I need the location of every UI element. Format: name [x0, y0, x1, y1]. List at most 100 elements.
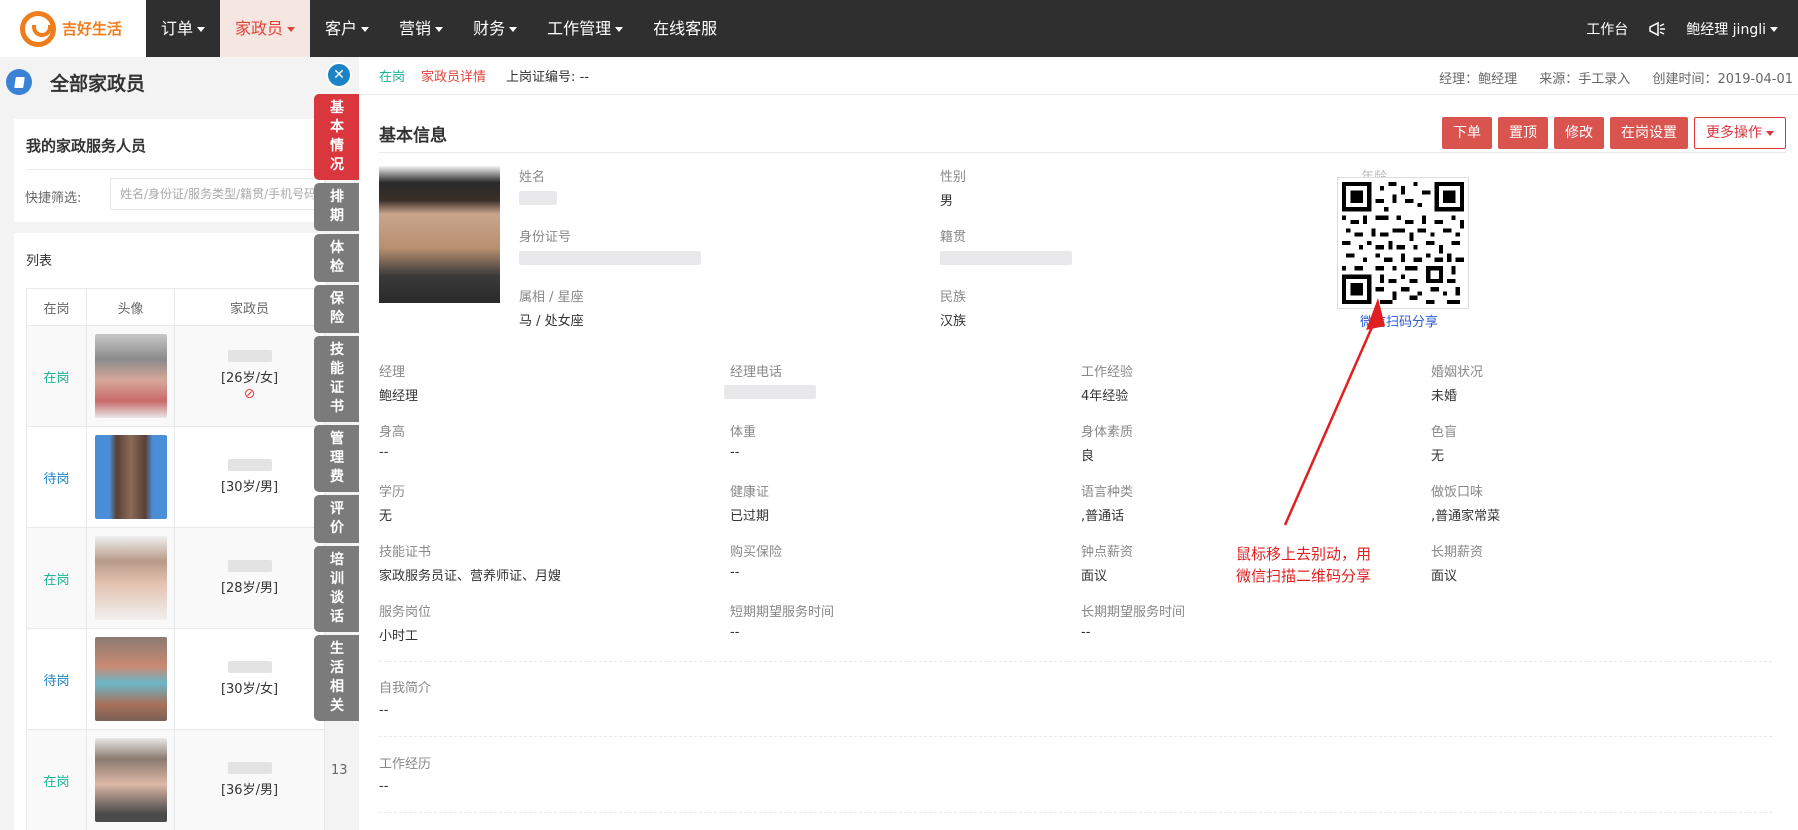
table-row[interactable]: 待岗 [30岁/女] — [26, 628, 325, 730]
nav-online-support[interactable]: 在线客服 — [638, 0, 732, 57]
megaphone-icon[interactable] — [1648, 21, 1666, 37]
field-value: -- — [730, 625, 740, 640]
tab-label: 基本情况 — [330, 100, 344, 173]
table-row[interactable]: 在岗 [28岁/男] — [26, 527, 325, 629]
chevron-down-icon — [287, 27, 296, 32]
user-name: 鲍经理 jingli — [1686, 21, 1766, 38]
divider — [379, 812, 1772, 813]
age-gender: [30岁/女] — [220, 682, 279, 697]
place-order-button[interactable]: 下单 — [1442, 117, 1492, 149]
tab-management-fee[interactable]: 管理费 — [314, 425, 359, 492]
nav-work-management-label: 工作管理 — [547, 19, 612, 38]
chevron-down-icon — [361, 27, 370, 32]
nav-customers-label: 客户 — [325, 19, 358, 38]
divider — [379, 152, 1786, 153]
tab-label: 生活相关 — [330, 641, 344, 714]
pin-top-button[interactable]: 置顶 — [1498, 117, 1548, 149]
section-title: 基本信息 — [379, 126, 447, 146]
field-value: 无 — [1431, 449, 1445, 464]
col-housekeeper[interactable]: 家政员 — [174, 288, 325, 326]
zodiac-value: 马 / 处女座 — [519, 314, 584, 329]
brand-logo[interactable]: 吉好生活 — [0, 0, 146, 57]
avatar[interactable] — [94, 435, 167, 519]
field-label: 色盲 — [1431, 425, 1458, 440]
nav-orders-label: 订单 — [161, 19, 194, 38]
tab-schedule[interactable]: 排期 — [314, 183, 359, 231]
book-icon — [6, 69, 32, 95]
field-label: 做饭口味 — [1431, 485, 1484, 500]
card-title: 我的家政服务人员 — [26, 137, 147, 155]
col-status[interactable]: 在岗 — [26, 288, 87, 326]
chevron-down-icon — [197, 27, 206, 32]
detail-topbar: 在岗 家政员详情 上岗证编号: -- 经理：鲍经理 来源：手工录入 创建时间：2… — [359, 57, 1798, 95]
id-label: 身份证号 — [519, 230, 572, 245]
tab-label: 培训谈话 — [330, 552, 344, 625]
close-icon[interactable]: ✕ — [326, 62, 352, 88]
chevron-down-icon — [509, 27, 518, 32]
nav-customers[interactable]: 客户 — [310, 0, 384, 57]
table-row[interactable]: 待岗 [30岁/男] — [26, 426, 325, 528]
detail-link[interactable]: 家政员详情 — [421, 66, 486, 85]
tab-training[interactable]: 培训谈话 — [314, 546, 359, 632]
duty-settings-button[interactable]: 在岗设置 — [1610, 117, 1688, 149]
page-title: 全部家政员 — [50, 72, 146, 95]
top-navbar: 吉好生活 订单 家政员 客户 营销 财务 工作管理 在线客服 工作台 鲍经理 j… — [0, 0, 1798, 57]
history-value: -- — [379, 779, 389, 794]
nav-housekeepers[interactable]: 家政员 — [220, 0, 311, 57]
tab-medical[interactable]: 体检 — [314, 234, 359, 282]
avatar[interactable] — [94, 637, 167, 721]
nav-finance-label: 财务 — [473, 19, 506, 38]
chevron-down-icon — [615, 27, 624, 32]
avatar-cell — [86, 527, 175, 629]
field-value: ,普通话 — [1081, 509, 1125, 524]
field-label: 长期期望服务时间 — [1081, 605, 1186, 620]
cert-number: 上岗证编号: -- — [506, 66, 589, 85]
more-actions-button[interactable]: 更多操作 — [1694, 117, 1786, 149]
field-label: 健康证 — [730, 485, 770, 500]
info-cell: [26岁/女] ⊘ — [174, 325, 325, 427]
field-label: 经理 — [379, 365, 406, 380]
user-menu[interactable]: 鲍经理 jingli — [1686, 19, 1778, 39]
field-value: 未婚 — [1431, 389, 1458, 404]
avatar[interactable] — [94, 536, 167, 620]
field-value: 面议 — [1081, 569, 1108, 584]
basic-info-card: 基本信息 下单 置顶 修改 在岗设置 更多操作 姓名 性别 男 身份证号 籍贯 … — [366, 107, 1792, 337]
edit-button[interactable]: 修改 — [1554, 117, 1604, 149]
table-row[interactable]: 在岗 [36岁/男] — [26, 729, 325, 830]
table-row[interactable]: 在岗 [26岁/女] ⊘ — [26, 325, 325, 427]
tab-living[interactable]: 生活相关 — [314, 635, 359, 721]
nav-work-management[interactable]: 工作管理 — [532, 0, 638, 57]
workbench-link[interactable]: 工作台 — [1586, 19, 1628, 39]
field-label: 婚姻状况 — [1431, 365, 1484, 380]
tab-label: 体检 — [330, 240, 344, 275]
tab-reviews[interactable]: 评价 — [314, 495, 359, 543]
field-label: 语言种类 — [1081, 485, 1134, 500]
zodiac-label: 属相 / 星座 — [519, 290, 584, 305]
age-gender: [26岁/女] — [220, 371, 279, 386]
nav-finance[interactable]: 财务 — [458, 0, 532, 57]
field-value: 已过期 — [730, 509, 770, 524]
field-label: 经理电话 — [730, 365, 783, 380]
nav-marketing[interactable]: 营销 — [384, 0, 458, 57]
tab-basic[interactable]: 基本情况 — [314, 94, 359, 180]
detail-tabs: 基本情况 排期 体检 保险 技能证书 管理费 评价 培训谈话 生活相关 — [314, 94, 359, 724]
age-gender: [28岁/男] — [220, 581, 279, 596]
nav-orders[interactable]: 订单 — [146, 0, 220, 57]
status-badge: 在岗 — [379, 70, 406, 85]
avatar[interactable] — [94, 738, 167, 822]
status-cell: 在岗 — [26, 325, 87, 427]
field-label: 学历 — [379, 485, 406, 500]
search-input[interactable]: 姓名/身份证/服务类型/籍贯/手机号码 — [110, 178, 325, 210]
tab-certificates[interactable]: 技能证书 — [314, 336, 359, 422]
nav-online-support-label: 在线客服 — [653, 19, 718, 38]
field-value: 小时工 — [379, 629, 419, 644]
tab-insurance[interactable]: 保险 — [314, 285, 359, 333]
qr-code-icon — [1342, 182, 1464, 304]
list-title: 列表 — [26, 254, 53, 269]
col-avatar: 头像 — [86, 288, 175, 326]
tab-label: 技能证书 — [330, 342, 344, 415]
age-gender: [36岁/男] — [220, 783, 279, 798]
avatar[interactable] — [94, 334, 167, 418]
field-label: 购买保险 — [730, 545, 783, 560]
detail-fields: 经理 鲍经理 经理电话 工作经验 4年经验 婚姻状况 未婚 身高 -- 体重 -… — [366, 347, 1792, 830]
